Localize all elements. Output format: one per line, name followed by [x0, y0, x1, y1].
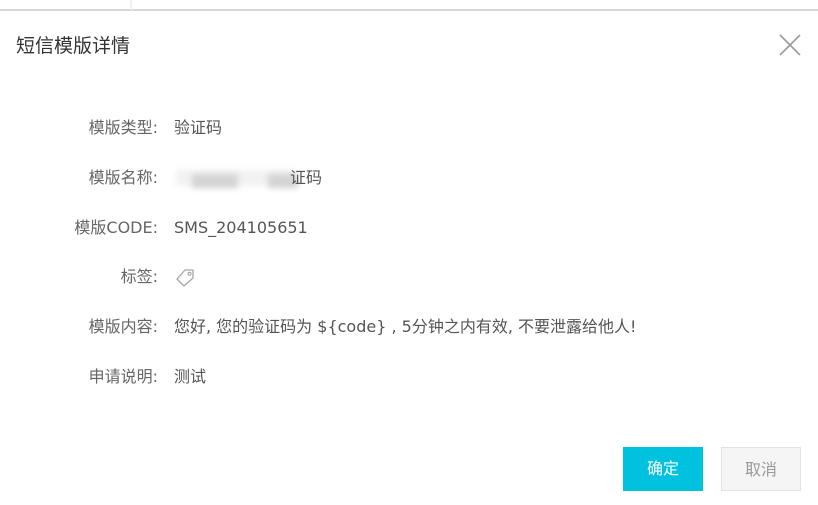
field-label: 模版名称:	[88, 168, 158, 187]
field-value: 您好, 您的验证码为 ${code} , 5分钟之内有效, 不要泄露给他人!	[174, 317, 637, 336]
template-detail-dialog: 短信模版详情 模版类型: 验证码 模版名称: 证码 模版CODE: SMS_20…	[0, 11, 818, 505]
top-divider-mark	[130, 0, 132, 10]
field-value: 证码	[290, 168, 323, 187]
field-label: 模版CODE:	[74, 218, 158, 237]
cancel-button[interactable]: 取消	[721, 447, 801, 491]
field-label: 模版类型:	[88, 118, 158, 137]
field-template-code: 模版CODE: SMS_204105651	[0, 217, 818, 239]
field-template-type: 模版类型: 验证码	[0, 117, 818, 139]
field-template-content: 模版内容: 您好, 您的验证码为 ${code} , 5分钟之内有效, 不要泄露…	[0, 316, 818, 338]
field-label: 标签:	[120, 267, 158, 286]
field-value: 验证码	[174, 118, 223, 137]
dialog-title: 短信模版详情	[16, 35, 131, 57]
field-application-note: 申请说明: 测试	[0, 366, 818, 388]
field-value: 测试	[174, 367, 207, 386]
field-label: 申请说明:	[88, 367, 158, 386]
field-label: 模版内容:	[88, 317, 158, 336]
field-value: SMS_204105651	[174, 218, 308, 237]
field-template-name: 模版名称: 证码	[0, 167, 818, 189]
close-icon	[779, 34, 801, 56]
field-tags: 标签:	[0, 266, 818, 288]
close-button[interactable]	[776, 31, 804, 59]
confirm-button[interactable]: 确定	[623, 447, 703, 491]
tag-icon[interactable]	[174, 268, 196, 288]
redacted-text	[192, 174, 238, 188]
